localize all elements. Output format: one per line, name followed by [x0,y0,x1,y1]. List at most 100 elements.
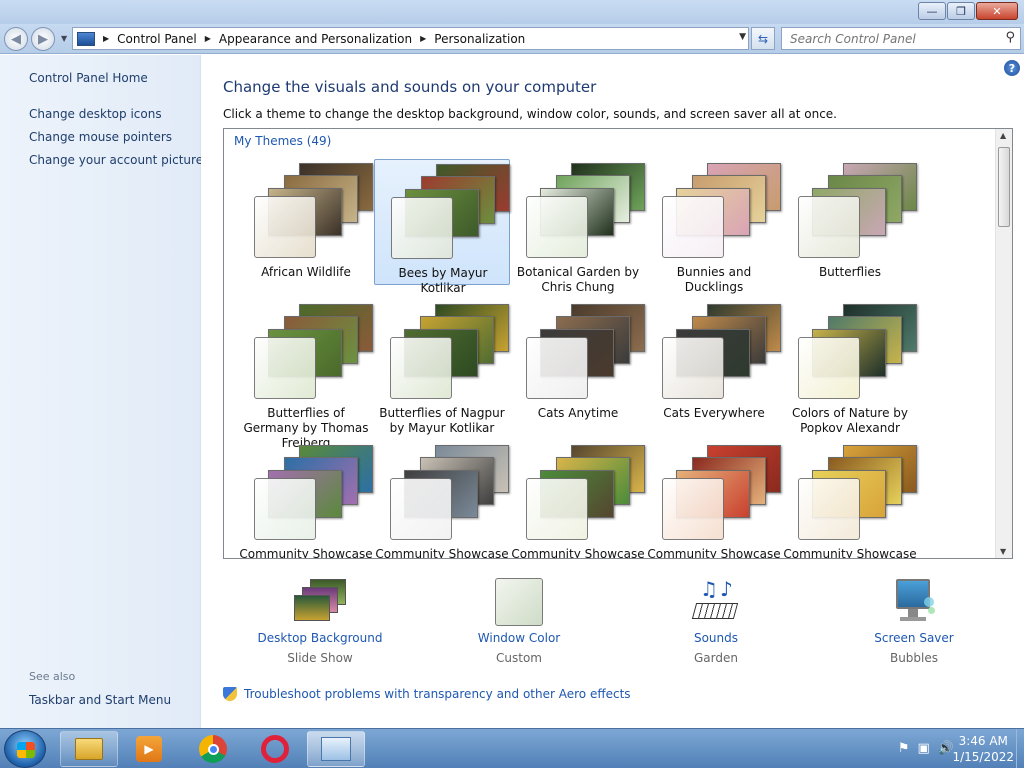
breadcrumb-chevron-icon[interactable]: ▶ [205,34,211,43]
breadcrumb-chevron-icon[interactable]: ▶ [420,34,426,43]
recent-pages-dropdown[interactable]: ▼ [61,34,67,43]
window-controls: — ❐ ✕ [918,2,1018,20]
themes-list[interactable]: My Themes (49) African Wildlife Bees by M… [223,128,1013,559]
window-color-setting[interactable]: Window Color Custom [444,577,594,665]
theme-window-color-swatch [391,197,453,259]
theme-item[interactable]: Cats Everywhere [646,300,782,426]
theme-window-color-swatch [798,337,860,399]
opera-icon [261,735,289,763]
theme-name: Cats Anytime [537,406,619,420]
theme-item[interactable]: Bees by Mayur Kotlikar [374,159,510,295]
title-bar: — ❐ ✕ [0,0,1024,24]
back-button[interactable]: ◀ [4,27,28,51]
taskbar-start-menu-link[interactable]: Taskbar and Start Menu [29,693,171,707]
search-box[interactable]: ⚲ [781,27,1021,50]
theme-item[interactable]: Community Showcase [646,441,784,559]
change-mouse-pointers-link[interactable]: Change mouse pointers [29,130,172,144]
theme-preview [526,445,648,540]
troubleshoot-link[interactable]: Troubleshoot problems with transparency … [223,687,631,701]
troubleshoot-link-text[interactable]: Troubleshoot problems with transparency … [244,687,631,701]
forward-button[interactable]: ▶ [31,27,55,51]
theme-preview [526,163,648,258]
theme-item[interactable]: Botanical Garden by Chris Chung [510,159,648,294]
search-input[interactable] [790,31,990,46]
clock[interactable]: 3:46 AM 1/15/2022 [952,733,1014,765]
start-button[interactable] [4,730,46,768]
theme-preview [662,445,784,540]
theme-window-color-swatch [798,478,860,540]
main-content: ? Change the visuals and sounds on your … [201,55,1024,728]
breadcrumb-chevron-icon[interactable]: ▶ [103,34,109,43]
theme-name: Community Showcase [647,547,781,559]
themes-scrollbar[interactable]: ▲ ▼ [995,129,1012,558]
theme-name: Community Showcase [375,547,509,559]
address-bar[interactable]: ▶ Control Panel ▶ Appearance and Persona… [72,27,749,50]
theme-item[interactable]: Colors of Nature by Popkov Alexandr [782,300,920,435]
theme-preview [390,445,512,540]
theme-name: Bunnies and Ducklings [676,265,752,294]
theme-item[interactable]: Community Showcase [374,441,512,559]
theme-item[interactable]: Community Showcase [238,441,374,559]
theme-item[interactable]: Community Showcase [782,441,918,559]
refresh-button[interactable]: ⇆ [751,27,775,50]
theme-item[interactable]: Butterflies of Germany by Thomas Freiber… [238,300,376,450]
change-desktop-icons-link[interactable]: Change desktop icons [29,107,162,121]
taskbar: ▶ ⚑ ▣ 🔊 3:46 AM 1/15/2022 [0,728,1024,768]
desktop-background-title[interactable]: Desktop Background [245,631,395,645]
theme-preview [798,304,920,399]
screen-saver-icon [884,577,944,627]
page-title: Change the visuals and sounds on your co… [223,78,597,96]
theme-preview [798,163,920,258]
theme-name: Community Showcase [239,547,373,559]
breadcrumb-personalization[interactable]: Personalization [434,32,525,46]
theme-item[interactable]: African Wildlife [238,159,374,285]
sounds-setting[interactable]: ♫ ♪ Sounds Garden [641,577,791,665]
address-dropdown-icon[interactable]: ▼ [739,32,746,42]
scroll-down-icon[interactable]: ▼ [1000,547,1006,556]
theme-window-color-swatch [526,196,588,258]
taskbar-opera[interactable] [246,731,304,767]
network-icon[interactable]: ▣ [918,741,930,756]
desktop-background-setting[interactable]: Desktop Background Slide Show [245,577,395,665]
folder-icon [75,738,103,760]
theme-preview [254,304,376,399]
theme-window-color-swatch [798,196,860,258]
control-panel-home-link[interactable]: Control Panel Home [29,71,148,85]
search-icon[interactable]: ⚲ [1005,30,1015,45]
taskbar-media-player[interactable]: ▶ [120,731,178,767]
theme-name: Community Showcase [783,547,917,559]
screen-saver-setting[interactable]: Screen Saver Bubbles [839,577,989,665]
scroll-up-icon[interactable]: ▲ [1000,131,1006,140]
theme-item[interactable]: Bunnies and Ducklings [646,159,782,294]
show-desktop-button[interactable] [1016,729,1024,768]
restore-button[interactable]: ❐ [947,2,975,20]
help-icon[interactable]: ? [1004,60,1020,76]
theme-preview [390,304,512,399]
close-button[interactable]: ✕ [976,2,1018,20]
see-also-heading: See also [29,670,76,683]
breadcrumb-control-panel[interactable]: Control Panel [117,32,197,46]
theme-name: Colors of Nature by Popkov Alexandr [791,406,908,435]
minimize-button[interactable]: — [918,2,946,20]
window-color-title[interactable]: Window Color [444,631,594,645]
navigation-bar: ◀ ▶ ▼ ▶ Control Panel ▶ Appearance and P… [0,24,1024,54]
breadcrumb-appearance[interactable]: Appearance and Personalization [219,32,412,46]
refresh-icon: ⇆ [757,31,769,46]
theme-name: Butterflies [818,265,882,279]
theme-item[interactable]: Cats Anytime [510,300,646,426]
sounds-title[interactable]: Sounds [641,631,791,645]
taskbar-chrome[interactable] [184,731,242,767]
theme-name: Bees by Mayur Kotlikar [398,266,488,295]
theme-item[interactable]: Butterflies [782,159,918,285]
screen-saver-title[interactable]: Screen Saver [839,631,989,645]
theme-window-color-swatch [254,196,316,258]
change-account-picture-link[interactable]: Change your account picture [29,153,203,167]
scrollbar-thumb[interactable] [998,147,1010,227]
shield-icon [223,687,237,701]
taskbar-explorer[interactable] [60,731,118,767]
theme-item[interactable]: Community Showcase [510,441,648,558]
action-center-icon[interactable]: ⚑ [898,741,910,756]
theme-item[interactable]: Butterflies of Nagpur by Mayur Kotlikar [374,300,512,435]
taskbar-control-panel[interactable] [307,731,365,767]
theme-window-color-swatch [390,478,452,540]
